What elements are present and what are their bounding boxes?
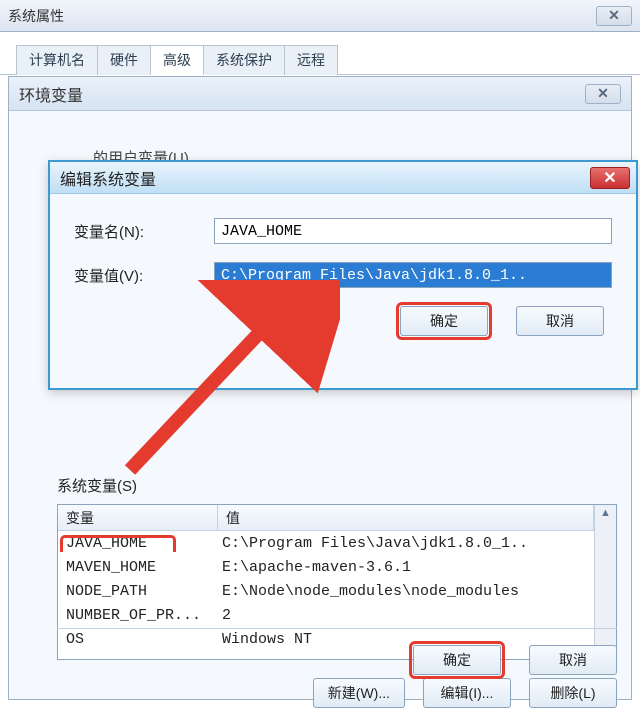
ok-button[interactable]: 确定	[400, 306, 488, 336]
tab-computer-name[interactable]: 计算机名	[16, 45, 98, 75]
variable-name-input[interactable]	[214, 218, 612, 244]
table-row[interactable]: JAVA_HOME C:\Program Files\Java\jdk1.8.0…	[58, 531, 594, 555]
row-name: MAVEN_HOME	[58, 559, 218, 576]
system-properties-title: 系统属性	[8, 6, 596, 26]
tab-remote[interactable]: 远程	[284, 45, 338, 75]
cancel-button[interactable]: 取消	[516, 306, 604, 336]
system-properties-tabs: 计算机名 硬件 高级 系统保护 远程	[0, 32, 640, 75]
system-variables-label: 系统变量(S)	[57, 475, 617, 496]
column-header-name[interactable]: 变量	[58, 505, 218, 530]
edit-variable-buttons: 确定 取消	[74, 306, 612, 336]
environment-variables-bottom-buttons: 确定 取消	[57, 628, 617, 675]
table-row[interactable]: NUMBER_OF_PR... 2	[58, 603, 594, 627]
column-header-value[interactable]: 值	[218, 505, 594, 530]
cancel-button[interactable]: 取消	[529, 645, 617, 675]
table-row[interactable]: NODE_PATH E:\Node\node_modules\node_modu…	[58, 579, 594, 603]
table-row[interactable]: MAVEN_HOME E:\apache-maven-3.6.1	[58, 555, 594, 579]
close-icon[interactable]: ✕	[596, 6, 632, 26]
scroll-up-icon[interactable]: ▲	[600, 505, 611, 521]
variable-value-row: 变量值(V):	[74, 262, 612, 288]
edit-button[interactable]: 编辑(I)...	[423, 678, 511, 708]
tab-advanced[interactable]: 高级	[150, 45, 204, 75]
ok-button[interactable]: 确定	[413, 645, 501, 675]
variable-name-label: 变量名(N):	[74, 221, 214, 242]
row-value: 2	[218, 607, 594, 624]
row-name-java-home: JAVA_HOME	[58, 535, 218, 552]
variable-value-label: 变量值(V):	[74, 265, 214, 286]
row-value: E:\Node\node_modules\node_modules	[218, 583, 594, 600]
variable-value-input[interactable]	[214, 262, 612, 288]
new-button[interactable]: 新建(W)...	[313, 678, 405, 708]
system-variables-buttons: 新建(W)... 编辑(I)... 删除(L)	[57, 678, 617, 708]
environment-variables-title: 环境变量	[19, 82, 585, 106]
close-icon[interactable]: ✕	[590, 167, 630, 189]
row-value: C:\Program Files\Java\jdk1.8.0_1..	[218, 535, 594, 552]
row-value: E:\apache-maven-3.6.1	[218, 559, 594, 576]
edit-system-variable-dialog: 编辑系统变量 ✕ 变量名(N): 变量值(V): 确定 取消	[48, 160, 638, 390]
edit-variable-title: 编辑系统变量	[60, 166, 590, 190]
scrollbar-header-spacer: ▲	[594, 505, 616, 531]
tab-hardware[interactable]: 硬件	[97, 45, 151, 75]
close-icon[interactable]: ✕	[585, 84, 621, 104]
tab-system-protection[interactable]: 系统保护	[203, 45, 285, 75]
row-name: NUMBER_OF_PR...	[58, 607, 218, 624]
edit-variable-titlebar: 编辑系统变量 ✕	[50, 162, 636, 194]
row-name: NODE_PATH	[58, 583, 218, 600]
delete-button[interactable]: 删除(L)	[529, 678, 617, 708]
environment-variables-titlebar: 环境变量 ✕	[9, 77, 631, 111]
system-properties-titlebar: 系统属性 ✕	[0, 0, 640, 32]
edit-variable-body: 变量名(N): 变量值(V): 确定 取消	[50, 194, 636, 350]
list-header: 变量 值 ▲	[58, 505, 616, 531]
variable-name-row: 变量名(N):	[74, 218, 612, 244]
